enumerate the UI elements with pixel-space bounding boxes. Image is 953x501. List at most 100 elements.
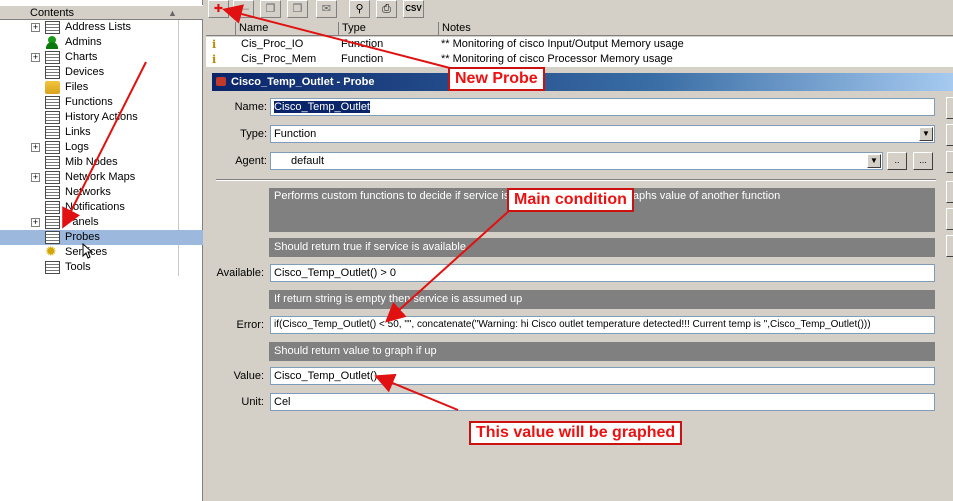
tree-item-label: Mib Nodes (65, 156, 118, 168)
agent-browse-button[interactable]: .. (887, 152, 907, 170)
tree-item-label: Panels (65, 216, 99, 228)
apply-button[interactable] (946, 151, 953, 173)
row-name: Cis_Proc_Mem (241, 53, 317, 65)
table-icon (45, 96, 60, 109)
tree-item-mib-nodes[interactable]: Mib Nodes (0, 155, 203, 170)
tree-item-admins[interactable]: Admins (0, 35, 203, 50)
new-probe-callout: New Probe (448, 67, 545, 91)
tree-item-label: Logs (65, 141, 89, 153)
tree-item-networks[interactable]: Networks (0, 185, 203, 200)
available-label: Available: (216, 267, 265, 279)
tree-item-label: Tools (65, 261, 91, 273)
table-icon (45, 126, 60, 139)
unit-field[interactable]: Cel (270, 393, 935, 411)
tree-item-label: Networks (65, 186, 111, 198)
tree-item-label: Charts (65, 51, 98, 63)
tree-item-label: Services (65, 246, 108, 258)
row-type: Function (341, 38, 384, 50)
tree-item-label: Functions (65, 96, 113, 108)
comment-button[interactable] (946, 181, 953, 203)
column-icon-header[interactable] (206, 22, 236, 36)
copy-button[interactable]: ❐ (260, 0, 281, 18)
table-icon (45, 21, 60, 34)
table-row[interactable]: i Cis_Proc_Mem Function ** Monitoring of… (206, 52, 953, 67)
expand-icon[interactable]: + (31, 218, 40, 227)
value-field[interactable]: Cisco_Temp_Outlet() (270, 367, 935, 385)
expand-icon[interactable]: + (31, 143, 40, 152)
tree-item-probes[interactable]: Probes (0, 230, 203, 245)
type-label: Type: (240, 128, 267, 140)
table-icon (45, 201, 60, 214)
probe-window-icon (216, 77, 226, 86)
folder-icon (45, 81, 60, 94)
tree-item-address-lists[interactable]: + Address Lists (0, 20, 203, 35)
sort-arrow-icon: ▲ (168, 8, 177, 18)
tree-item-files[interactable]: Files (0, 80, 203, 95)
tree-item-network-maps[interactable]: + Network Maps (0, 170, 203, 185)
table-icon (45, 216, 60, 229)
remove-button[interactable] (946, 235, 953, 257)
column-notes-header[interactable]: Notes (439, 22, 953, 36)
value-value: Cisco_Temp_Outlet() (274, 370, 378, 382)
tree-item-history-actions[interactable]: History Actions (0, 110, 203, 125)
error-value: if(Cisco_Temp_Outlet() < 50, "", concate… (274, 319, 871, 330)
print-button[interactable]: ⎙ (376, 0, 397, 18)
table-icon (45, 156, 60, 169)
name-field[interactable]: Cisco_Temp_Outlet (270, 98, 935, 116)
expand-icon[interactable]: + (31, 53, 40, 62)
table-icon (45, 51, 60, 64)
tree-item-panels[interactable]: + Panels (0, 215, 203, 230)
tree-item-charts[interactable]: + Charts (0, 50, 203, 65)
table-row[interactable]: i Cis_Proc_IO Function ** Monitoring of … (206, 37, 953, 52)
agent-more-button[interactable]: ... (913, 152, 933, 170)
contents-tree: Contents ▲ + Address Lists Admins + Char… (0, 0, 203, 501)
copy-button[interactable] (946, 208, 953, 230)
tree-header-label: Contents (30, 7, 75, 19)
type-dropdown-arrow-icon[interactable]: ▼ (919, 127, 933, 141)
expand-icon[interactable]: + (31, 23, 40, 32)
tree-item-logs[interactable]: + Logs (0, 140, 203, 155)
cancel-button[interactable] (946, 124, 953, 146)
tree-item-label: Network Maps (65, 171, 136, 183)
column-name-header[interactable]: Name (236, 22, 339, 36)
csv-export-button[interactable]: CSV (403, 0, 424, 18)
tree-item-label: Files (65, 81, 89, 93)
tree-item-functions[interactable]: Functions (0, 95, 203, 110)
tree-item-label: Notifications (65, 201, 125, 213)
main-condition-callout: Main condition (507, 188, 634, 212)
admin-icon (45, 36, 60, 49)
type-select[interactable]: Function (270, 125, 935, 143)
error-label: Error: (236, 319, 265, 331)
find-button[interactable]: ⚲ (349, 0, 370, 18)
available-field[interactable]: Cisco_Temp_Outlet() > 0 (270, 264, 935, 282)
dialog-title-bar[interactable]: Cisco_Temp_Outlet - Probe (212, 73, 953, 91)
name-value: Cisco_Temp_Outlet (274, 101, 370, 113)
ok-button[interactable] (946, 97, 953, 119)
error-field[interactable]: if(Cisco_Temp_Outlet() < 50, "", concate… (270, 316, 935, 334)
remove-button[interactable]: — (233, 0, 254, 18)
expand-icon[interactable]: + (31, 173, 40, 182)
toolbar: ✚ — ❐ ❒ ✉ ⚲ ⎙ CSV (206, 0, 953, 20)
graphed-callout: This value will be graphed (469, 421, 683, 445)
table-icon (45, 171, 60, 184)
agent-label: Agent: (235, 155, 267, 167)
value-hint: Should return value to graph if up (269, 342, 935, 361)
table-icon (45, 261, 60, 274)
tree-header[interactable]: Contents ▲ (0, 5, 203, 20)
agent-select[interactable]: default (270, 152, 883, 170)
type-value: Function (274, 128, 317, 140)
comment-button[interactable]: ✉ (316, 0, 337, 18)
unit-label: Unit: (241, 396, 264, 408)
tree-item-links[interactable]: Links (0, 125, 203, 140)
paste-button[interactable]: ❒ (287, 0, 308, 18)
tree-item-tools[interactable]: Tools (0, 260, 203, 275)
add-button[interactable]: ✚ (208, 0, 229, 18)
available-hint: Should return true if service is availab… (269, 238, 935, 257)
value-label: Value: (233, 370, 264, 382)
tree-item-label: Devices (65, 66, 105, 78)
agent-dropdown-arrow-icon[interactable]: ▼ (867, 154, 881, 168)
tree-item-notifications[interactable]: Notifications (0, 200, 203, 215)
tree-item-devices[interactable]: Devices (0, 65, 203, 80)
tree-item-services[interactable]: Services (0, 244, 203, 260)
column-type-header[interactable]: Type (339, 22, 439, 36)
